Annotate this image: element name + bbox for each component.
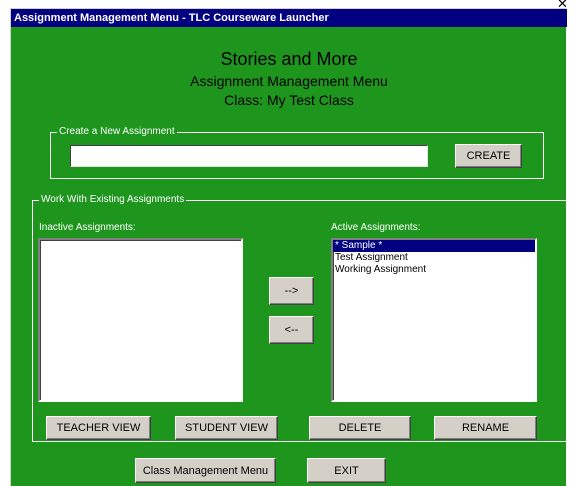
active-assignments-label: Active Assignments: — [331, 222, 421, 233]
move-to-inactive-button[interactable]: <-- — [269, 316, 314, 344]
list-item[interactable]: Test Assignment — [333, 252, 535, 264]
exit-button[interactable]: EXIT — [307, 458, 386, 483]
list-item[interactable]: Working Assignment — [333, 264, 535, 276]
list-item[interactable]: * Sample * — [333, 240, 535, 252]
create-assignment-group: Create a New Assignment CREATE — [50, 126, 544, 179]
new-assignment-input[interactable] — [70, 145, 428, 167]
delete-button[interactable]: DELETE — [309, 416, 411, 440]
rename-button[interactable]: RENAME — [434, 416, 537, 440]
window-titlebar: Assignment Management Menu - TLC Coursew… — [11, 9, 567, 27]
existing-assignments-label: Work With Existing Assignments — [39, 194, 187, 206]
inactive-assignments-list[interactable] — [38, 238, 243, 402]
student-view-button[interactable]: STUDENT VIEW — [175, 416, 278, 440]
active-assignments-list[interactable]: * Sample * Test Assignment Working Assig… — [331, 238, 537, 402]
app-title: Stories and More — [220, 49, 358, 69]
teacher-view-button[interactable]: TEACHER VIEW — [46, 416, 151, 440]
window-title: Assignment Management Menu - TLC Coursew… — [14, 12, 329, 24]
class-management-menu-button[interactable]: Class Management Menu — [135, 458, 276, 483]
create-button[interactable]: CREATE — [455, 144, 522, 168]
existing-assignments-group: Work With Existing Assignments Inactive … — [32, 194, 569, 442]
create-assignment-label: Create a New Assignment — [57, 126, 177, 138]
assignment-management-window: Assignment Management Menu - TLC Coursew… — [10, 8, 569, 486]
close-icon[interactable]: ✕ — [557, 0, 569, 11]
class-name: Class: My Test Class — [224, 92, 354, 108]
move-to-active-button[interactable]: --> — [269, 277, 314, 305]
inactive-assignments-label: Inactive Assignments: — [39, 222, 136, 233]
menu-subtitle: Assignment Management Menu — [190, 73, 388, 89]
